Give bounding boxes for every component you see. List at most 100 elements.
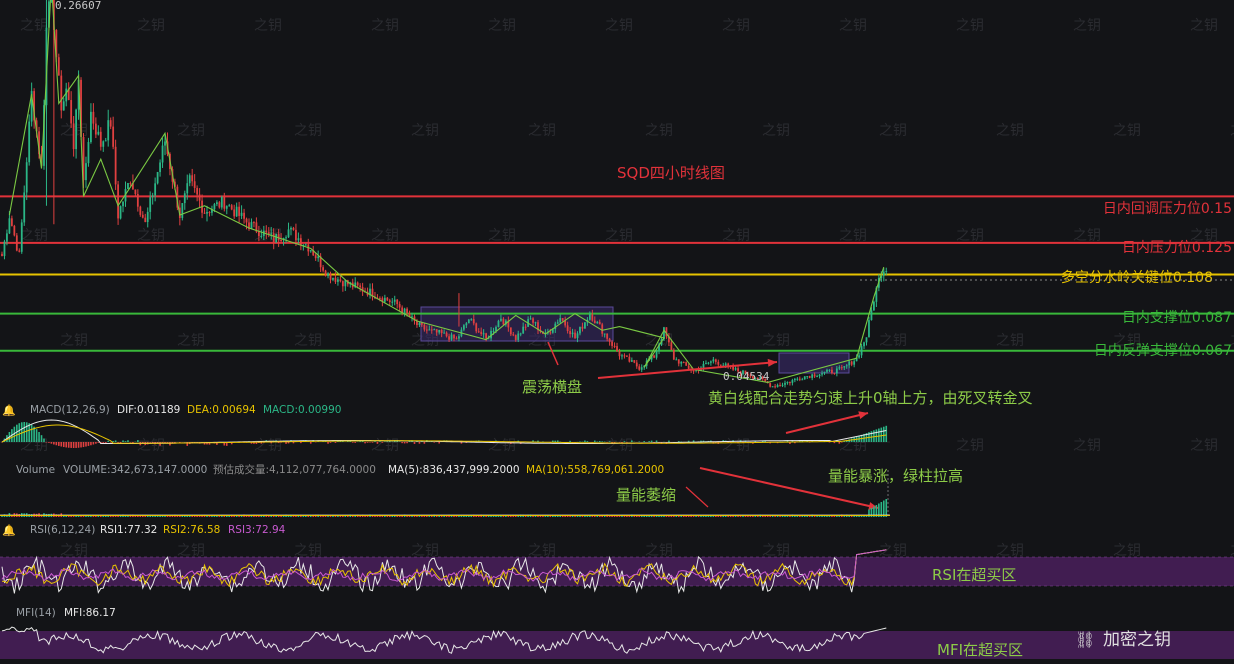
- candle-body: [485, 333, 488, 339]
- candle-body: [393, 299, 396, 302]
- candle-body: [109, 120, 112, 127]
- volume-bar: [475, 515, 478, 517]
- macd-bar: [82, 442, 85, 448]
- volume-bar: [176, 515, 179, 517]
- macd-bar: [552, 440, 554, 442]
- macd-bar: [65, 442, 68, 448]
- candle-body: [465, 323, 468, 326]
- candle-body: [322, 267, 324, 271]
- candle-body: [265, 230, 268, 233]
- watermark-text: 之钥: [528, 123, 556, 139]
- candle-body: [206, 212, 208, 214]
- candle-body: [655, 350, 658, 358]
- candle-body: [806, 376, 809, 378]
- rsi-legend: 🔔 RSI(6,12,24) RSI1:77.32 RSI2:76.58 RSI…: [2, 524, 286, 537]
- rsi-annotation: RSI在超买区: [932, 566, 1016, 584]
- candle-body: [280, 240, 283, 242]
- volume-bar: [660, 515, 663, 517]
- candle-body: [865, 337, 868, 343]
- macd-bar: [418, 442, 421, 444]
- macd-bar: [423, 442, 426, 444]
- candle-body: [835, 368, 838, 374]
- volume-bar: [547, 515, 549, 517]
- candle-body: [379, 298, 381, 300]
- macd-bar: [292, 442, 295, 444]
- watermark-text: 之钥: [722, 438, 750, 454]
- macd-bar: [379, 441, 381, 442]
- candle-body: [534, 322, 537, 324]
- high-price-label: 0.26607: [55, 0, 101, 12]
- volume-bar: [836, 515, 838, 517]
- macd-bar: [438, 442, 440, 444]
- candle-body: [428, 329, 431, 331]
- volume-bar: [682, 515, 685, 517]
- macd-bar: [556, 440, 559, 442]
- candle-body: [796, 378, 799, 380]
- volume-bar: [144, 515, 147, 517]
- candle-body: [114, 146, 117, 185]
- candle-body: [15, 235, 18, 251]
- candle-body: [769, 383, 772, 387]
- volume-bar: [80, 515, 82, 517]
- candle-body: [344, 280, 347, 287]
- candle-body: [480, 331, 483, 335]
- candle-body: [613, 345, 616, 347]
- candle-body: [453, 334, 455, 339]
- candle-body: [253, 222, 255, 224]
- macd-bar: [60, 442, 63, 447]
- trading-chart: 之钥 之钥 之钥 之钥 之钥 之钥 之钥 之钥 之钥 之钥 之钥之钥 之钥 之钥 之钥 之钥 之钥 之钥 之钥 之钥…: [0, 0, 1234, 664]
- watermark-text: 之钥: [605, 438, 633, 454]
- bell-icon[interactable]: 🔔: [2, 524, 16, 537]
- candle-body: [238, 206, 241, 216]
- macd-bar: [300, 442, 302, 444]
- watermark-text: 之钥: [956, 438, 984, 454]
- candle-body: [860, 346, 863, 356]
- macd-bar: [569, 440, 571, 442]
- candle-body: [28, 121, 31, 163]
- rsi3-value: RSI3:72.94: [228, 524, 286, 536]
- volume-bar: [821, 515, 823, 517]
- candle-body: [117, 184, 119, 219]
- macd-bar: [30, 424, 33, 442]
- candle-body: [425, 329, 428, 331]
- candle-body: [833, 372, 836, 374]
- macd-bar: [554, 440, 557, 442]
- candle-body: [8, 218, 11, 234]
- candle-body: [139, 206, 142, 215]
- watermark-text: 之钥: [1230, 123, 1234, 139]
- candle-body: [635, 362, 638, 367]
- watermark-text: 之钥: [839, 438, 867, 454]
- volume-bar: [816, 515, 818, 517]
- candle-body: [574, 332, 576, 339]
- candle-body: [208, 212, 211, 214]
- volume-bar: [127, 515, 129, 517]
- macd-bar: [584, 440, 586, 442]
- candle-body: [870, 310, 873, 321]
- candle-body: [292, 227, 295, 230]
- macd-bar: [631, 440, 633, 442]
- candle-body: [230, 205, 233, 210]
- candle-body: [423, 324, 426, 330]
- candle-body: [430, 329, 433, 331]
- candle-body: [403, 308, 406, 313]
- candle-body: [275, 233, 278, 243]
- candle-body: [500, 318, 502, 321]
- volume-bar: [151, 515, 154, 517]
- candle-body: [337, 279, 339, 282]
- macd-bar: [643, 441, 645, 442]
- candle-body: [287, 229, 290, 238]
- volume-bar: [376, 515, 379, 517]
- volume-bar: [645, 515, 648, 517]
- candle-body: [776, 384, 779, 388]
- watermark-text: 之钥: [294, 333, 322, 349]
- candle-body: [65, 88, 68, 102]
- candle-body: [675, 359, 678, 361]
- candle-body: [591, 314, 594, 321]
- candle-body: [618, 351, 621, 357]
- candle-body: [433, 329, 436, 331]
- candle-body: [818, 374, 821, 377]
- candle-body: [803, 376, 806, 380]
- bell-icon[interactable]: 🔔: [2, 404, 16, 417]
- watermark-text: 之钥: [762, 543, 790, 559]
- candle-body: [18, 250, 21, 252]
